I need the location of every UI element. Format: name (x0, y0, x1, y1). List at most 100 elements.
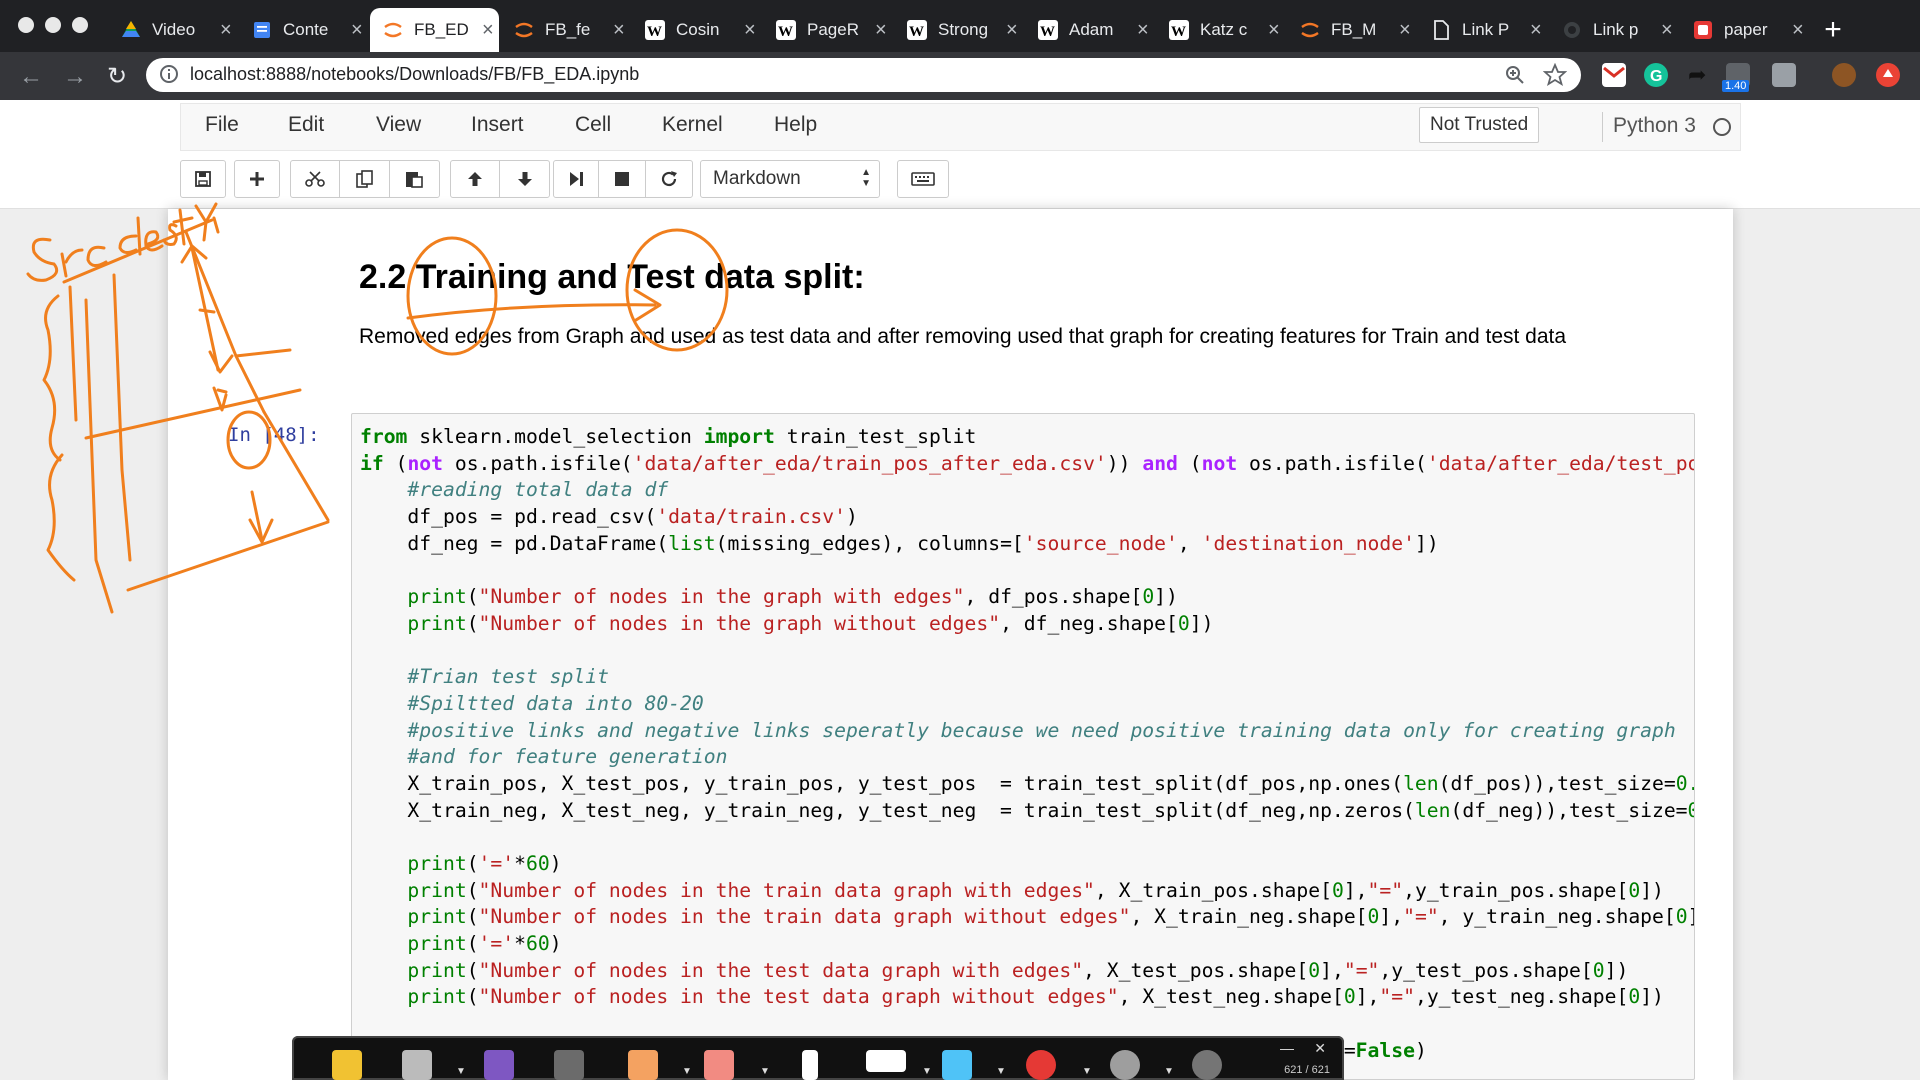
browser-tab[interactable]: W Cosin × (632, 8, 761, 52)
browser-tab[interactable]: FB_M × (1287, 8, 1416, 52)
tab-title: Video (152, 20, 196, 39)
settings-gear-icon[interactable] (1192, 1050, 1222, 1080)
grammarly-extension-icon[interactable]: G (1644, 63, 1668, 87)
paste-icon[interactable] (390, 161, 439, 197)
copy-icon[interactable] (340, 161, 390, 197)
window-close-dot[interactable] (18, 17, 34, 33)
close-tab-icon[interactable]: × (1137, 20, 1149, 40)
line-tool-icon[interactable] (942, 1050, 972, 1080)
close-tab-icon[interactable]: × (1792, 20, 1804, 40)
wikipedia-icon: W (1037, 19, 1059, 41)
menu-view[interactable]: View (376, 113, 421, 137)
save-icon[interactable] (181, 161, 225, 197)
code-cell-input[interactable]: from sklearn.model_selection import trai… (351, 413, 1695, 1080)
eraser-cursor-icon[interactable] (484, 1050, 514, 1080)
close-tab-icon[interactable]: × (613, 20, 625, 40)
site-info-icon[interactable] (158, 63, 180, 85)
code-text: from sklearn.model_selection import trai… (360, 424, 1694, 1065)
tab-title: Conte (283, 20, 329, 39)
close-tab-icon[interactable]: × (1530, 20, 1542, 40)
svg-text:G: G (1650, 68, 1662, 85)
menu-help[interactable]: Help (774, 113, 817, 137)
shape-icon[interactable] (554, 1050, 584, 1080)
menu-edit[interactable]: Edit (288, 113, 324, 137)
toolbar-group-keyboard (897, 160, 949, 198)
close-tab-icon[interactable]: × (351, 20, 363, 40)
close-tab-icon[interactable]: × (1268, 20, 1280, 40)
document-icon (1430, 19, 1452, 41)
menu-insert[interactable]: Insert (471, 113, 524, 137)
insert-cell-icon[interactable] (235, 161, 279, 197)
cell-type-select[interactable]: Markdown ▲ ▼ (700, 160, 880, 198)
browser-tab[interactable]: paper × (1680, 8, 1809, 52)
browser-tab[interactable]: Link p × (1549, 8, 1678, 52)
pen-toolbar: ▼ ▼ ▼ ▼ ▼ ▼ ▼ — ✕ 621 / 621 (292, 1036, 1344, 1080)
run-icon[interactable] (554, 161, 600, 197)
browser-tab[interactable]: FB_fe × (501, 8, 630, 52)
window-minimize-dot[interactable] (45, 17, 61, 33)
not-trusted-button[interactable]: Not Trusted (1419, 107, 1540, 143)
whiteboard-icon[interactable] (866, 1050, 906, 1072)
back-icon[interactable]: ← (16, 62, 46, 92)
browser-tab[interactable]: Link P × (1418, 8, 1547, 52)
markdown-paragraph: Removed edges from Graph and used as tes… (359, 325, 1567, 348)
menu-file[interactable]: File (205, 113, 239, 137)
pencil-icon[interactable] (628, 1050, 658, 1080)
keyboard-icon[interactable] (898, 161, 948, 197)
browser-tab[interactable]: Conte × (239, 8, 368, 52)
close-tab-icon[interactable]: × (482, 20, 494, 40)
select-arrows-icon: ▲ ▼ (861, 167, 871, 189)
bookmark-star-icon[interactable] (1543, 63, 1567, 87)
pointer-star-icon[interactable] (332, 1050, 362, 1080)
profile-avatar[interactable] (1832, 63, 1856, 87)
whiteboard-dropdown-icon[interactable]: ▼ (922, 1066, 932, 1077)
browser-tab[interactable]: W Strong × (894, 8, 1023, 52)
stop-icon[interactable] (599, 161, 646, 197)
move-down-icon[interactable] (500, 161, 549, 197)
puzzle-extension-icon[interactable] (1772, 63, 1796, 87)
cut-icon[interactable] (291, 161, 341, 197)
line-dropdown-icon[interactable]: ▼ (996, 1066, 1006, 1077)
share-extension-icon[interactable]: ➦ (1688, 63, 1712, 87)
restart-icon[interactable] (646, 161, 692, 197)
menu-cell[interactable]: Cell (575, 113, 611, 137)
close-tab-icon[interactable]: × (744, 20, 756, 40)
save-drawing-icon[interactable] (402, 1050, 432, 1080)
pencil-dropdown-icon[interactable]: ▼ (682, 1066, 692, 1077)
close-icon[interactable]: ✕ (1314, 1040, 1326, 1057)
close-tab-icon[interactable]: × (1399, 20, 1411, 40)
browser-tab[interactable]: W Adam × (1025, 8, 1154, 52)
close-tab-icon[interactable]: × (875, 20, 887, 40)
browser-tab[interactable]: Video × (108, 8, 237, 52)
color-dropdown-icon[interactable]: ▼ (1082, 1066, 1092, 1077)
code-line: #reading total data df (407, 478, 669, 502)
eraser-dropdown-icon[interactable]: ▼ (760, 1066, 770, 1077)
code-line: print("Number of nodes in the test data … (407, 985, 1664, 1009)
spotlight-icon[interactable] (1110, 1050, 1140, 1080)
browser-tab[interactable]: FB_ED × (370, 8, 499, 52)
gmail-extension-icon[interactable] (1602, 63, 1626, 87)
browser-tab[interactable]: W Katz c × (1156, 8, 1285, 52)
update-alert-icon[interactable] (1876, 63, 1900, 87)
menu-kernel[interactable]: Kernel (662, 113, 723, 137)
jupyter-icon (382, 19, 404, 41)
zoom-icon[interactable] (1504, 64, 1526, 86)
close-tab-icon[interactable]: × (1006, 20, 1018, 40)
move-up-icon[interactable] (451, 161, 501, 197)
color-picker-icon[interactable] (1026, 1050, 1056, 1080)
forward-icon[interactable]: → (60, 62, 90, 92)
save-dropdown-icon[interactable]: ▼ (456, 1066, 466, 1077)
cursor-arrow-icon[interactable] (802, 1050, 818, 1080)
reload-icon[interactable]: ↻ (102, 62, 132, 92)
close-tab-icon[interactable]: × (1661, 20, 1673, 40)
url-text: localhost:8888/notebooks/Downloads/FB/FB… (190, 64, 640, 84)
close-tab-icon[interactable]: × (220, 20, 232, 40)
spotlight-dropdown-icon[interactable]: ▼ (1164, 1066, 1174, 1077)
new-tab-button[interactable]: + (1818, 15, 1848, 46)
eraser-icon[interactable] (704, 1050, 734, 1080)
google-drive-icon (120, 19, 142, 41)
code-line: X_train_neg, X_test_neg, y_train_neg, y_… (360, 798, 1694, 822)
minimize-icon[interactable]: — (1280, 1040, 1294, 1056)
window-zoom-dot[interactable] (72, 17, 88, 33)
browser-tab[interactable]: W PageR × (763, 8, 892, 52)
